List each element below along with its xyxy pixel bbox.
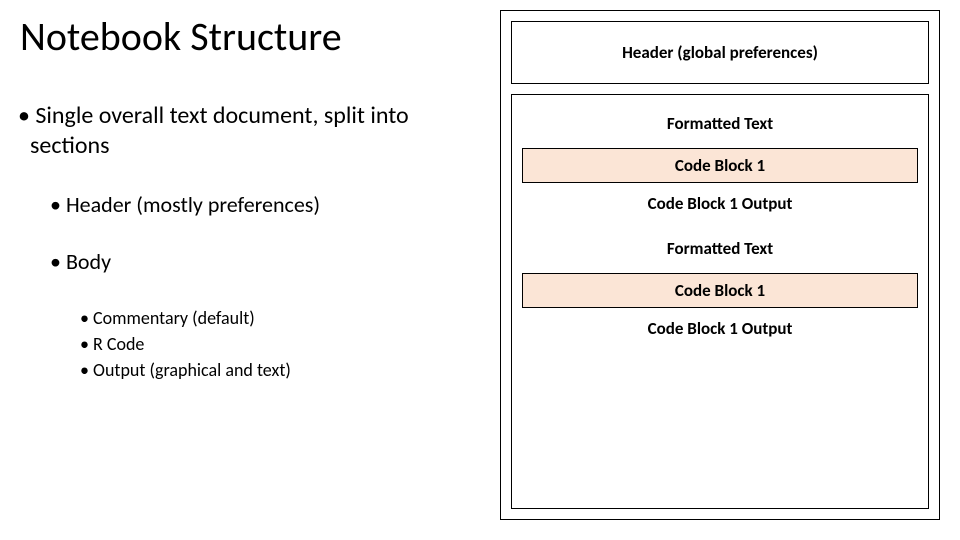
bullet-intro: Single overall text document, split into… <box>20 101 480 161</box>
code-output-1: Code Block 1 Output <box>522 191 918 222</box>
slide-title: Notebook Structure <box>20 12 480 61</box>
bullet-commentary: Commentary (default) <box>80 305 480 331</box>
bullet-body-text: Body <box>66 248 111 275</box>
text-column: Notebook Structure Single overall text d… <box>20 10 500 520</box>
diagram-column: Header (global preferences) Formatted Te… <box>500 10 940 520</box>
notebook-outline: Header (global preferences) Formatted Te… <box>500 10 940 520</box>
bullet-body: Body <box>50 248 480 275</box>
code-block-2: Code Block 1 <box>522 273 918 308</box>
bullet-commentary-text: Commentary (default) <box>93 307 255 329</box>
header-block-label: Header (global preferences) <box>622 42 818 63</box>
bullet-output: Output (graphical and text) <box>80 357 480 383</box>
formatted-text-2: Formatted Text <box>522 230 918 265</box>
code-block-1: Code Block 1 <box>522 148 918 183</box>
body-block: Formatted Text Code Block 1 Code Block 1… <box>511 94 929 509</box>
bullet-intro-text: Single overall text document, split into… <box>30 101 409 160</box>
bullet-rcode-text: R Code <box>93 333 144 355</box>
bullet-rcode: R Code <box>80 331 480 357</box>
code-output-2: Code Block 1 Output <box>522 316 918 347</box>
bullet-header-text: Header (mostly preferences) <box>66 191 320 218</box>
formatted-text-1: Formatted Text <box>522 105 918 140</box>
bullet-header: Header (mostly preferences) <box>50 191 480 218</box>
bullet-output-text: Output (graphical and text) <box>93 359 291 381</box>
header-block: Header (global preferences) <box>511 21 929 84</box>
